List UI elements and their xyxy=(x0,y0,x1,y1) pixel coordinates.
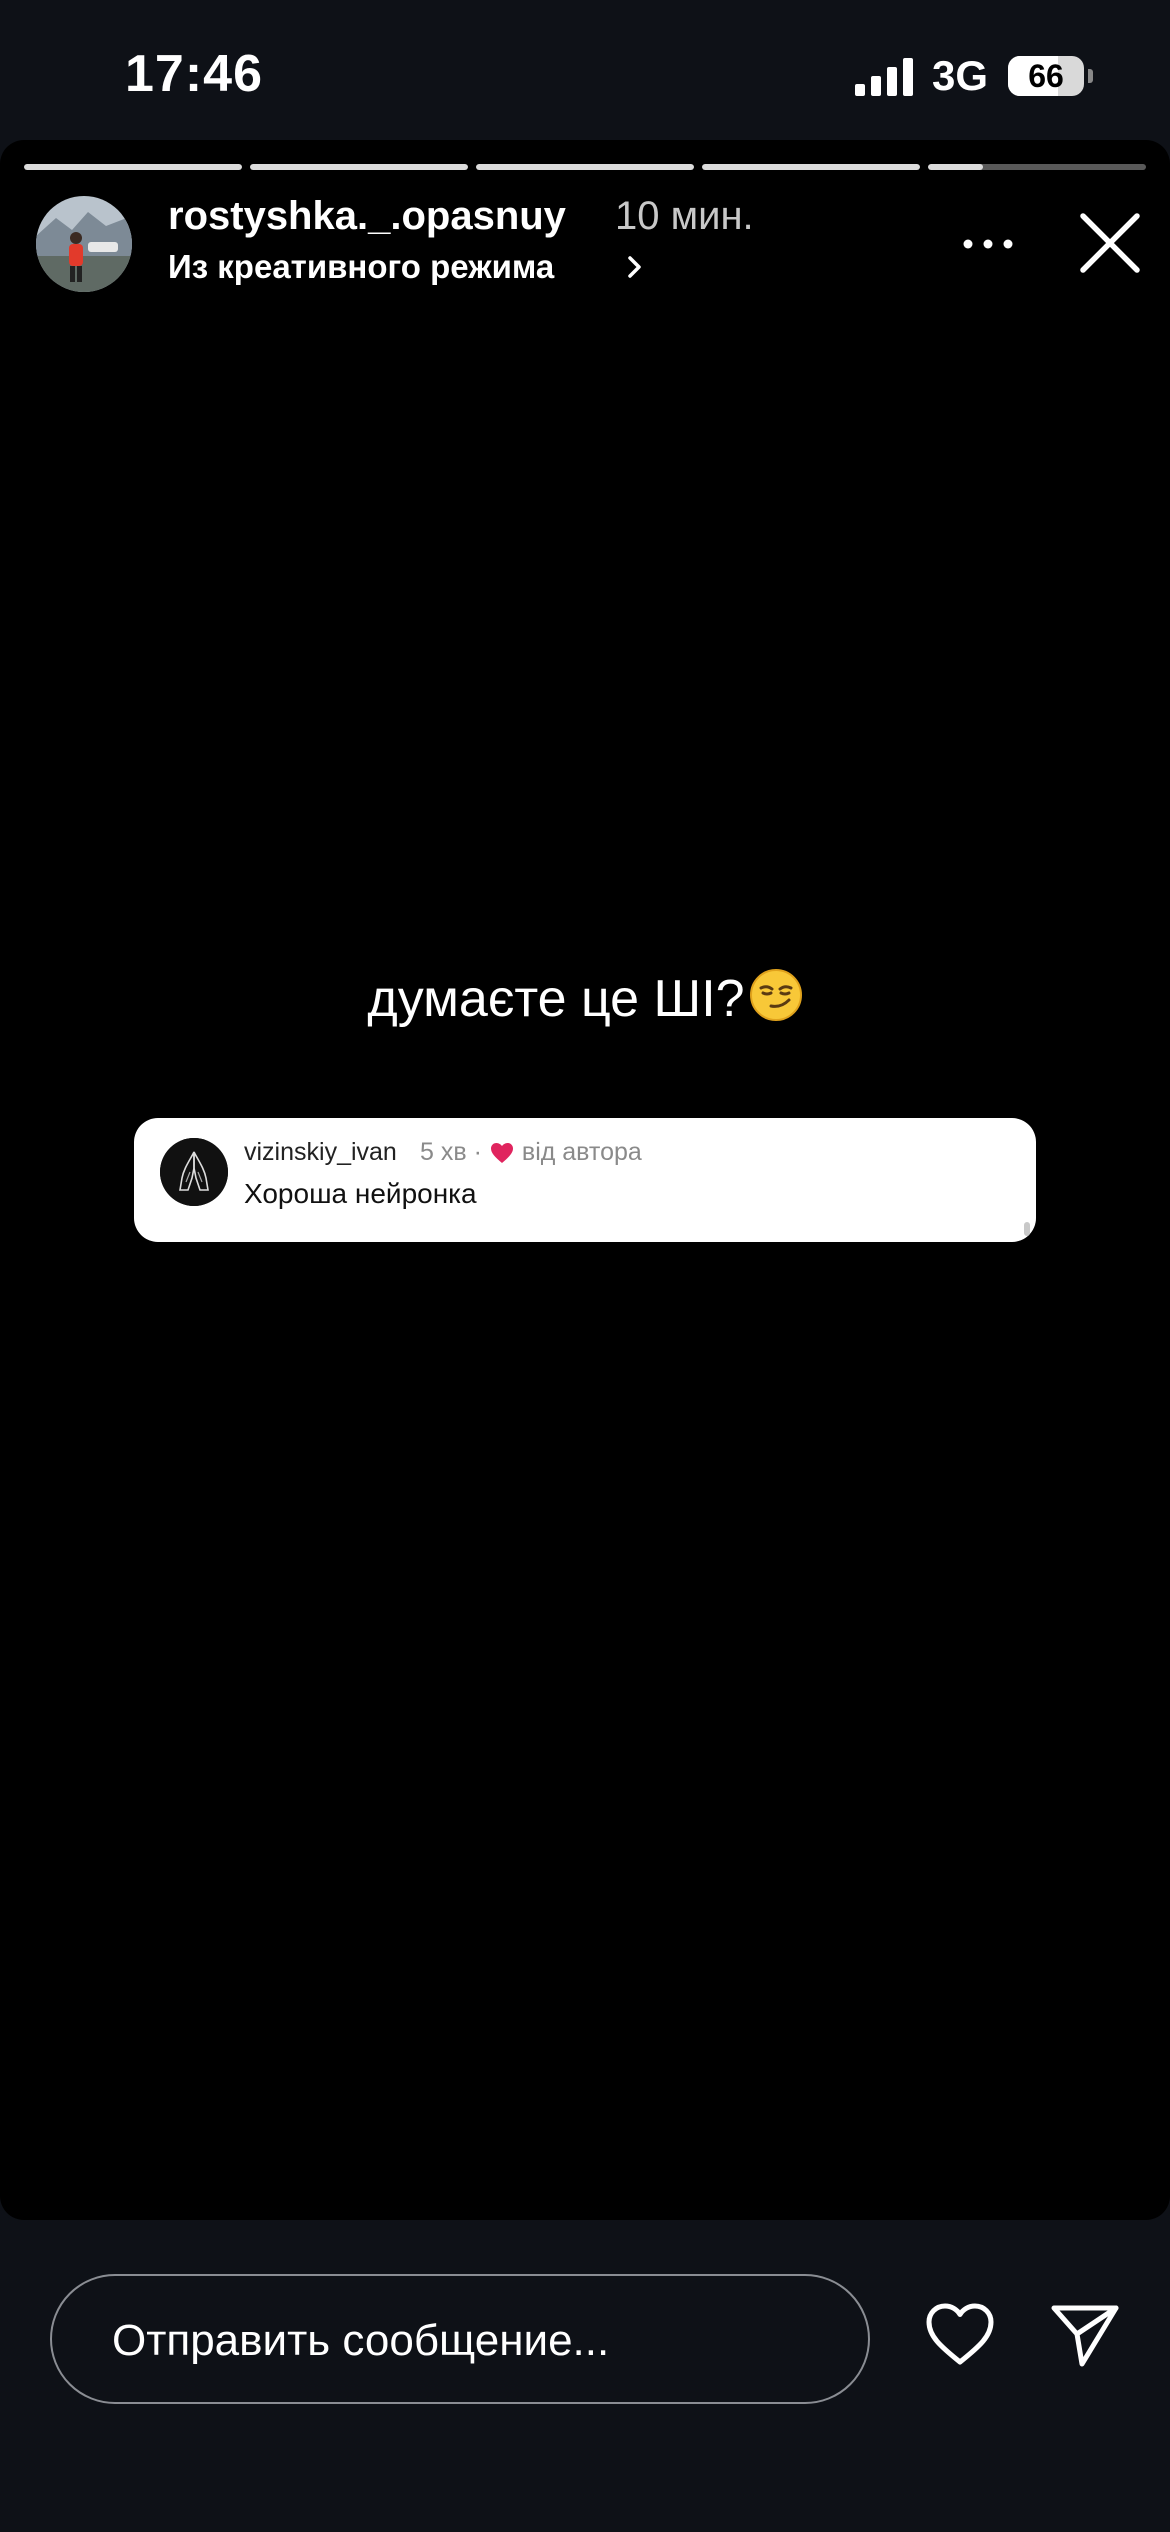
progress-segment xyxy=(702,164,920,170)
chevron-right-icon[interactable] xyxy=(624,252,646,282)
story-username[interactable]: rostyshka._.opasnuy xyxy=(168,194,566,239)
status-time: 17:46 xyxy=(125,45,263,103)
story-progress-bar xyxy=(24,164,1146,170)
scrollbar[interactable] xyxy=(1024,1222,1030,1236)
comment-username[interactable]: vizinskiy_ivan xyxy=(244,1138,397,1167)
progress-segment xyxy=(250,164,468,170)
liked-by-author-label: від автора xyxy=(521,1138,642,1166)
praying-hands-icon xyxy=(160,1138,228,1206)
progress-segment xyxy=(928,164,1146,170)
send-icon[interactable] xyxy=(1050,2302,1120,2368)
message-input[interactable]: Отправить сообщение... xyxy=(50,2274,870,2404)
more-icon[interactable] xyxy=(960,232,1016,256)
progress-segment-fill xyxy=(24,164,242,170)
comment-sticker[interactable]: vizinskiy_ivan 5 хв · від автора Хороша … xyxy=(134,1118,1036,1242)
story-caption: думаєте це ШІ? xyxy=(0,968,1170,1029)
close-icon[interactable] xyxy=(1075,208,1145,278)
comment-text: Хороша нейронка xyxy=(244,1178,477,1209)
story-viewer[interactable]: rostyshka._.opasnuy 10 мин. Из креативно… xyxy=(0,140,1170,2220)
comment-time: 5 хв · xyxy=(420,1138,482,1166)
heart-icon[interactable] xyxy=(924,2302,996,2368)
battery-icon: 66 xyxy=(1008,56,1084,96)
story-subtitle-link[interactable]: Из креативного режима xyxy=(168,248,554,286)
progress-segment-fill xyxy=(928,164,983,170)
progress-segment-fill xyxy=(476,164,694,170)
progress-segment-fill xyxy=(702,164,920,170)
smirking-face-emoji xyxy=(749,969,802,1021)
battery-tip xyxy=(1088,69,1093,83)
progress-segment-fill xyxy=(250,164,468,170)
battery-percent: 66 xyxy=(1028,58,1064,94)
comment-meta: 5 хв · від автора xyxy=(420,1138,642,1167)
story-time-ago: 10 мин. xyxy=(615,194,754,238)
avatar-photo xyxy=(36,196,132,292)
progress-segment xyxy=(476,164,694,170)
comment-avatar[interactable] xyxy=(160,1138,228,1206)
caption-text: думаєте це ШІ? xyxy=(367,970,745,1028)
status-bar: 17:46 3G 66 xyxy=(0,0,1170,140)
signal-icon xyxy=(855,58,913,96)
avatar[interactable] xyxy=(36,196,132,292)
heart-icon xyxy=(490,1142,513,1163)
network-type: 3G xyxy=(932,52,989,99)
progress-segment xyxy=(24,164,242,170)
message-placeholder: Отправить сообщение... xyxy=(112,2316,610,2365)
